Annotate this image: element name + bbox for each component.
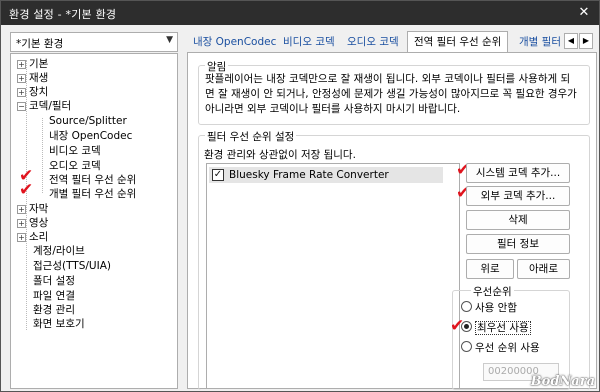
tree-item-file-association[interactable]: 파일 연결 [33,289,75,303]
profile-select-value: *기본 환경 [16,38,64,50]
tree-item-screen-saver[interactable]: 화면 보호기 [33,317,85,331]
tree-item-environment-management[interactable]: 환경 관리 [33,303,75,317]
radio-icon[interactable] [461,341,472,352]
tree-item-video-codec[interactable]: 비디오 코덱 [49,144,101,158]
notice-group: 알림 팟플레이어는 내장 코덱만으로 잘 재생이 됩니다. 외부 코덱이나 필터… [198,59,590,125]
tab-global-filter-priority[interactable]: 전역 필터 우선 순위 [407,31,509,53]
tree-item-label: 기본 [29,58,49,70]
priority-option-highest[interactable]: 최우선 사용 [461,321,531,335]
move-up-button[interactable]: 위로 [466,259,514,279]
expand-icon[interactable]: + [17,60,26,69]
radio-icon[interactable] [461,301,472,312]
tree-item-label: 영상 [29,217,49,229]
tree-item-playback[interactable]: + 재생 [17,71,48,85]
tree-item-folder-settings[interactable]: 폴더 설정 [33,274,75,288]
tree-item-builtin-opencodec[interactable]: 내장 OpenCodec [49,129,132,143]
priority-group-label: 우선순위 [471,284,514,299]
settings-tree: + 기본 + 재생 + 장치 − 코덱/필터 Source/Splitter 내장 Op… [10,53,178,389]
expand-icon[interactable]: + [17,88,26,97]
tree-guide-line [42,118,43,193]
expand-icon[interactable]: + [17,74,26,83]
close-icon[interactable]: ✕ [575,4,593,21]
settings-panel: 알림 팟플레이어는 내장 코덱만으로 잘 재생이 됩니다. 외부 코덱이나 필터… [187,52,597,390]
title-bar: 환경 설정 - *기본 환경 ✕ [1,1,599,25]
tree-item-label: 장치 [29,86,49,98]
delete-button[interactable]: 삭제 [466,210,570,230]
tree-item-label: 소리 [29,231,49,243]
tree-item-codec-filter[interactable]: − 코덱/필터 [17,99,71,113]
tab-individual-filter[interactable]: 개별 필터 [513,34,567,52]
radio-label: 최우선 사용 [475,321,531,335]
watermark-logo: BodNara [530,374,595,389]
radio-label: 우선 순위 사용 [475,342,540,354]
tree-item-basic[interactable]: + 기본 [17,57,48,71]
radio-label: 사용 안함 [475,302,517,314]
tree-item-label: 자막 [29,203,49,215]
priority-option-off[interactable]: 사용 안함 [461,301,517,315]
add-system-codec-button[interactable]: 시스템 코덱 추가... [466,163,570,183]
tab-bar: 내장 OpenCodec 비디오 코덱 오디오 코덱 전역 필터 우선 순위 개… [187,31,597,53]
profile-select[interactable]: *기본 환경 ▼ [10,32,178,52]
expand-icon[interactable]: + [17,205,26,214]
notice-line: 아니라면 외부 코덱이나 필터를 사용하지 마시기 바랍니다. [205,103,461,115]
tree-item-source-splitter[interactable]: Source/Splitter [49,114,127,128]
tab-scroll-left-icon[interactable]: ◀ [564,33,578,49]
notice-text: 팟플레이어는 내장 코덱만으로 잘 재생이 됩니다. 외부 코덱이나 필터를 사… [205,72,585,117]
filter-priority-group-label: 필터 우선 순위 설정 [205,129,297,144]
notice-line: 팟플레이어는 내장 코덱만으로 잘 재생이 됩니다. 외부 코덱이나 필터를 사… [205,73,571,85]
filter-info-button[interactable]: 필터 정보 [466,234,570,254]
tree-item-label: 코덱/필터 [29,100,72,112]
tree-item-accessibility[interactable]: 접근성(TTS/UIA) [33,259,111,273]
tree-item-individual-filter-priority[interactable]: 개별 필터 우선 순위 [49,187,136,201]
list-item[interactable]: ✓ Bluesky Frame Rate Converter [209,167,443,183]
annotation-checkmark: ✔ [19,180,34,200]
tab-video-codec[interactable]: 비디오 코덱 [277,34,341,52]
priority-option-custom[interactable]: 우선 순위 사용 [461,341,540,355]
chevron-down-icon: ▼ [166,35,173,45]
tree-item-video[interactable]: + 영상 [17,216,48,230]
filter-enabled-checkbox[interactable]: ✓ [212,169,224,181]
collapse-icon[interactable]: − [17,102,26,111]
expand-icon[interactable]: + [17,233,26,242]
tree-item-account-live[interactable]: 계정/라이브 [33,244,85,258]
tree-item-audio-codec[interactable]: 오디오 코덱 [49,159,101,173]
annotation-checkmark: ✔ [450,316,465,336]
tree-item-device[interactable]: + 장치 [17,85,48,99]
notice-line: 면 잘 재생이 안 되거나, 안정성에 문제가 생길 가능성이 많아지므로 꼭 … [205,88,577,100]
tab-audio-codec[interactable]: 오디오 코덱 [341,34,405,52]
expand-icon[interactable]: + [17,219,26,228]
tab-builtin-opencodec[interactable]: 내장 OpenCodec [187,34,282,52]
window-title: 환경 설정 - *기본 환경 [9,8,117,21]
add-external-codec-button[interactable]: 외부 코덱 추가... [466,186,570,206]
filter-list[interactable]: ✓ Bluesky Frame Rate Converter [206,163,460,389]
tree-item-label: 재생 [29,72,49,84]
tree-item-global-filter-priority[interactable]: 전역 필터 우선 순위 [49,173,136,187]
tab-scroll-right-icon[interactable]: ▶ [579,33,593,49]
move-down-button[interactable]: 아래로 [517,259,570,279]
tree-item-subtitle[interactable]: + 자막 [17,202,48,216]
preferences-window: 환경 설정 - *기본 환경 ✕ *기본 환경 ▼ + 기본 + 재생 + 장치 − 코… [0,0,600,392]
tree-item-sound[interactable]: + 소리 [17,230,48,244]
filter-priority-description: 환경 관리와 상관없이 저장 됩니다. [204,149,356,161]
filter-name: Bluesky Frame Rate Converter [229,169,389,181]
